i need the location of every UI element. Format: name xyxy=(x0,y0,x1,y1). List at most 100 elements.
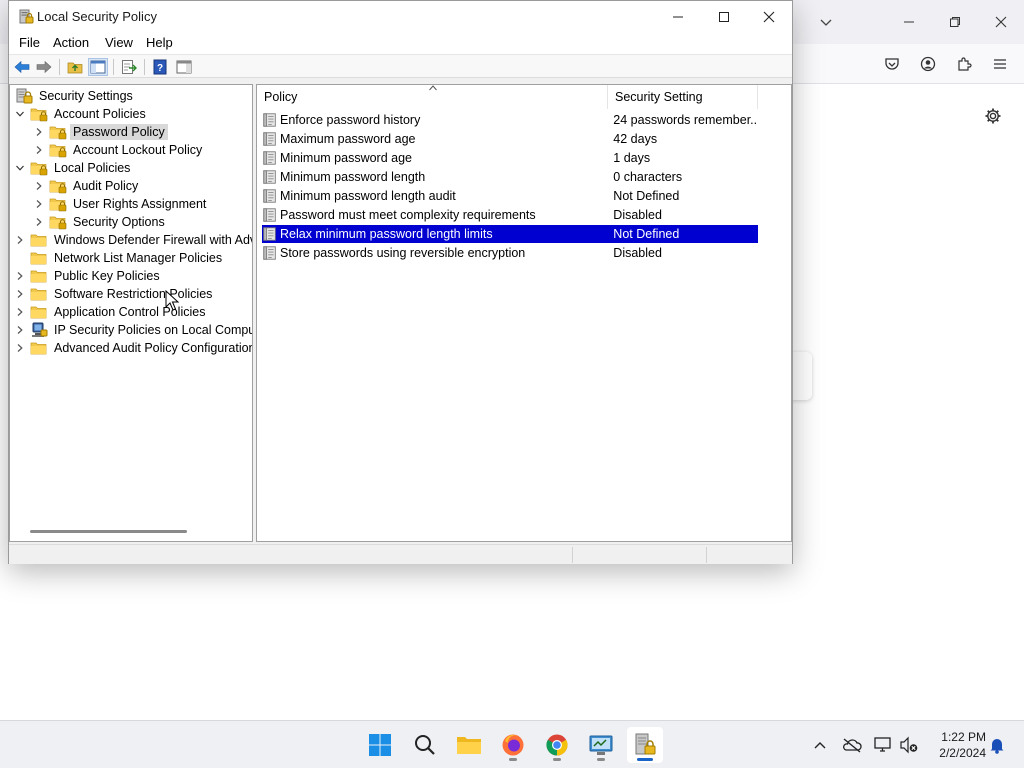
chevron-down-icon[interactable] xyxy=(15,163,25,173)
chevron-right-icon[interactable] xyxy=(34,199,44,209)
chevron-right-icon[interactable] xyxy=(34,181,44,191)
tree-item[interactable]: Password Policy xyxy=(34,123,168,141)
network-icon[interactable] xyxy=(871,733,895,757)
chevron-right-icon[interactable] xyxy=(15,289,25,299)
tree-item[interactable]: Security Settings xyxy=(15,87,136,105)
tree-item-label: Software Restriction Policies xyxy=(54,287,213,301)
chevron-right-icon[interactable] xyxy=(15,307,25,317)
export-list-button[interactable] xyxy=(119,58,139,76)
tree-item[interactable]: Account Policies xyxy=(15,105,149,123)
window-titlebar[interactable]: Local Security Policy xyxy=(9,1,792,33)
policy-security-setting: Disabled xyxy=(613,246,662,260)
policy-doc-icon xyxy=(263,113,276,127)
tree-horizontal-scrollbar[interactable] xyxy=(30,530,187,533)
browser-close-button[interactable] xyxy=(978,0,1024,44)
taskbar-firefox[interactable] xyxy=(495,727,531,763)
firefox-icon xyxy=(502,734,524,756)
policy-doc-icon xyxy=(263,170,276,184)
policy-name: Minimum password age xyxy=(280,151,412,165)
taskbar-local-security-policy[interactable] xyxy=(627,727,663,763)
tree-item[interactable]: Security Options xyxy=(34,213,168,231)
chevron-right-icon[interactable] xyxy=(15,271,25,281)
menu-hamburger-icon[interactable] xyxy=(986,50,1014,78)
start-button[interactable] xyxy=(362,727,398,763)
folder-lock-icon xyxy=(49,180,67,194)
no-expander xyxy=(15,253,25,263)
tree-item[interactable]: Local Policies xyxy=(15,159,133,177)
folder-lock-icon xyxy=(30,162,48,176)
up-one-level-button[interactable] xyxy=(65,58,85,76)
tree-item[interactable]: Software Restriction Policies xyxy=(15,285,215,303)
column-header-security-setting[interactable]: Security Setting xyxy=(608,85,758,109)
account-icon[interactable] xyxy=(914,50,942,78)
notifications-bell-icon[interactable] xyxy=(985,733,1009,757)
menu-help[interactable]: Help xyxy=(144,35,175,50)
taskbar-search-button[interactable] xyxy=(407,727,443,763)
console-tree-pane[interactable]: Security Settings Account Policies Passwor… xyxy=(9,84,253,542)
chevron-right-icon[interactable] xyxy=(15,235,25,245)
policy-row[interactable]: Password must meet complexity requiremen… xyxy=(262,206,758,224)
chevron-right-icon[interactable] xyxy=(15,325,25,335)
tree-item[interactable]: Account Lockout Policy xyxy=(34,141,205,159)
forward-button[interactable] xyxy=(34,58,54,76)
show-hidden-icons-chevron-icon[interactable] xyxy=(808,733,832,757)
details-pane[interactable]: Policy Security Setting Enforce password… xyxy=(256,84,792,542)
settings-gear-icon[interactable] xyxy=(979,102,1007,130)
minimize-button[interactable] xyxy=(655,1,701,33)
tree-item-label: Password Policy xyxy=(70,124,168,140)
sort-ascending-icon xyxy=(429,85,437,91)
tree-item[interactable]: Audit Policy xyxy=(34,177,141,195)
browser-minimize-button[interactable] xyxy=(886,0,932,44)
menu-action[interactable]: Action xyxy=(51,35,91,50)
tree-item[interactable]: Advanced Audit Policy Configuration xyxy=(15,339,252,357)
maximize-button[interactable] xyxy=(701,1,747,33)
column-header-policy[interactable]: Policy xyxy=(257,85,608,109)
local-security-policy-window: Local Security Policy File Action View H… xyxy=(8,0,793,564)
policy-row[interactable]: Enforce password history 24 passwords rem… xyxy=(262,111,758,129)
tree-item-label: Security Options xyxy=(73,215,165,229)
tab-list-chevron-icon[interactable] xyxy=(803,0,849,44)
show-hide-action-pane-button[interactable] xyxy=(174,58,194,76)
extensions-icon[interactable] xyxy=(950,50,978,78)
onedrive-offline-icon[interactable] xyxy=(840,733,864,757)
chevron-right-icon[interactable] xyxy=(34,127,44,137)
policy-security-setting: 24 passwords remember... xyxy=(613,113,758,127)
chevron-right-icon[interactable] xyxy=(34,145,44,155)
tree-item[interactable]: User Rights Assignment xyxy=(34,195,209,213)
volume-muted-icon[interactable] xyxy=(897,733,921,757)
policy-row[interactable]: Store passwords using reversible encrypt… xyxy=(262,244,758,262)
policy-row[interactable]: Minimum password age 1 days xyxy=(262,149,758,167)
system-clock[interactable]: 1:22 PM 2/2/2024 xyxy=(926,729,986,761)
tree-item[interactable]: Windows Defender Firewall with Adva xyxy=(15,231,252,249)
tree-item[interactable]: Application Control Policies xyxy=(15,303,208,321)
policy-row[interactable]: Minimum password length 0 characters xyxy=(262,168,758,186)
tree-item[interactable]: IP Security Policies on Local Compute xyxy=(15,321,253,339)
taskbar-control-panel[interactable] xyxy=(583,727,619,763)
firefox-running-indicator xyxy=(509,758,517,761)
chevron-right-icon[interactable] xyxy=(15,343,25,353)
tree-item[interactable]: Public Key Policies xyxy=(15,267,163,285)
tree-item-label: Network List Manager Policies xyxy=(54,251,223,265)
menu-file[interactable]: File xyxy=(17,35,42,50)
policy-row[interactable]: Relax minimum password length limits Not … xyxy=(262,225,758,243)
back-button[interactable] xyxy=(12,58,32,76)
chrome-icon xyxy=(546,734,568,756)
policy-name: Minimum password length audit xyxy=(280,189,456,203)
menu-view[interactable]: View xyxy=(103,35,135,50)
minimize-icon xyxy=(673,16,683,18)
show-hide-console-tree-button[interactable] xyxy=(88,58,108,76)
help-button[interactable]: ? xyxy=(150,58,170,76)
taskbar-file-explorer[interactable] xyxy=(451,727,487,763)
browser-restore-button[interactable] xyxy=(932,0,978,44)
pocket-icon[interactable] xyxy=(878,50,906,78)
tree-item[interactable]: Network List Manager Policies xyxy=(15,249,225,267)
mouse-cursor-icon xyxy=(165,290,179,311)
policy-row[interactable]: Minimum password length audit Not Defined xyxy=(262,187,758,205)
chevron-right-icon[interactable] xyxy=(34,217,44,227)
taskbar-chrome[interactable] xyxy=(539,727,575,763)
tree-item-label: IP Security Policies on Local Compute xyxy=(54,323,253,337)
policy-security-setting: 1 days xyxy=(613,151,651,165)
close-button[interactable] xyxy=(746,1,792,33)
policy-row[interactable]: Maximum password age 42 days xyxy=(262,130,758,148)
chevron-down-icon[interactable] xyxy=(15,109,25,119)
